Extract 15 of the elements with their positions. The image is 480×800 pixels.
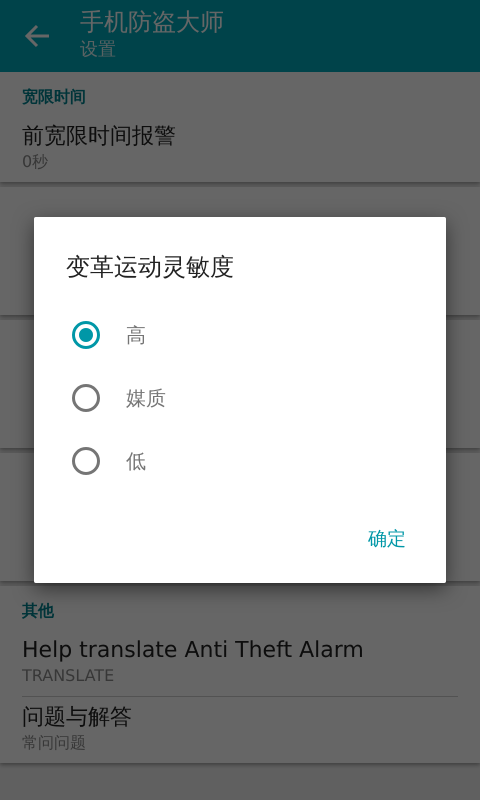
setting-title[interactable]: 问题与解答 [22, 703, 458, 733]
radio-option[interactable]: 高 [34, 303, 152, 366]
app-subtitle: 设置 [80, 38, 117, 62]
radio-option[interactable]: 低 [34, 429, 152, 492]
radio-button[interactable] [72, 384, 100, 412]
app-title: 手机防盗大师 [80, 7, 225, 38]
section-header: 其他 [22, 600, 56, 622]
radio-button[interactable] [72, 446, 100, 474]
radio-option[interactable]: 媒质 [34, 366, 172, 429]
setting-title[interactable]: 前宽限时间报警 [22, 122, 458, 152]
radio-button[interactable] [72, 320, 100, 348]
ok-button[interactable]: 确定 [362, 520, 412, 557]
setting-title[interactable]: Help translate Anti Theft Alarm [22, 636, 458, 666]
dialog-title: 变革运动灵敏度 [66, 252, 235, 283]
section-header: 宽限时间 [22, 86, 87, 108]
